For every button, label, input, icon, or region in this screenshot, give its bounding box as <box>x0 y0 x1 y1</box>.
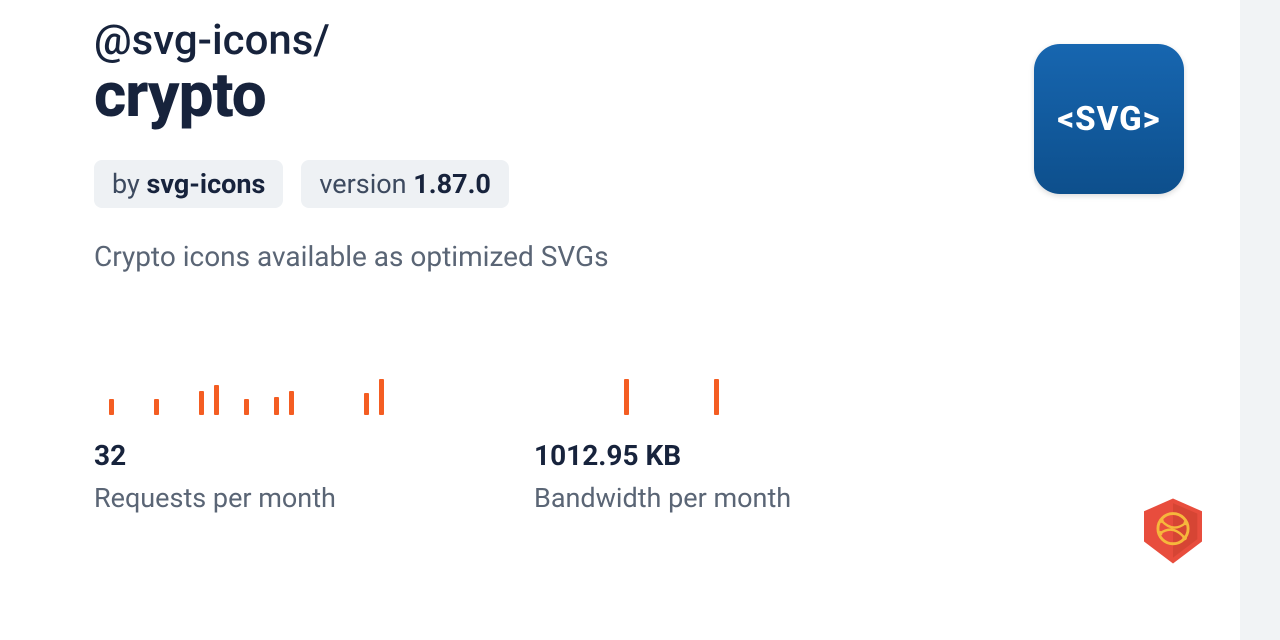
bandwidth-sparkline <box>534 373 824 415</box>
spark-bar <box>274 397 279 415</box>
author-name: svg-icons <box>147 168 266 200</box>
version-prefix: version <box>319 168 413 200</box>
author-prefix: by <box>112 168 147 200</box>
version-badge[interactable]: version 1.87.0 <box>301 160 509 208</box>
requests-value: 32 <box>94 439 384 472</box>
bandwidth-stat: 1012.95 KB Bandwidth per month <box>534 373 824 514</box>
requests-label: Requests per month <box>94 482 384 514</box>
jsdelivr-shield-icon <box>1144 498 1202 564</box>
spark-bar <box>364 393 369 415</box>
spark-bar <box>199 391 204 415</box>
package-description: Crypto icons available as optimized SVGs <box>94 240 926 273</box>
version-value: 1.87.0 <box>413 168 491 200</box>
sidebar-edge <box>1240 0 1280 640</box>
package-scope: @svg-icons/ <box>94 16 926 65</box>
bandwidth-label: Bandwidth per month <box>534 482 824 514</box>
package-name: crypto <box>94 59 926 132</box>
spark-bar <box>714 379 719 415</box>
requests-stat: 32 Requests per month <box>94 373 384 514</box>
spark-bar <box>289 391 294 415</box>
stats-row: 32 Requests per month 1012.95 KB Bandwid… <box>94 373 926 514</box>
requests-sparkline <box>94 373 384 415</box>
spark-bar <box>109 399 114 415</box>
badges-row: by svg-icons version 1.87.0 <box>94 160 926 208</box>
svg-logo-text: <SVG> <box>1057 100 1160 139</box>
spark-bar <box>379 379 384 415</box>
spark-bar <box>244 399 249 415</box>
bandwidth-value: 1012.95 KB <box>534 439 824 472</box>
spark-bar <box>214 385 219 415</box>
spark-bar <box>624 379 629 415</box>
author-badge[interactable]: by svg-icons <box>94 160 283 208</box>
package-card: @svg-icons/ crypto by svg-icons version … <box>0 0 1020 514</box>
spark-bar <box>154 399 159 415</box>
svg-logo-badge: <SVG> <box>1034 44 1184 194</box>
